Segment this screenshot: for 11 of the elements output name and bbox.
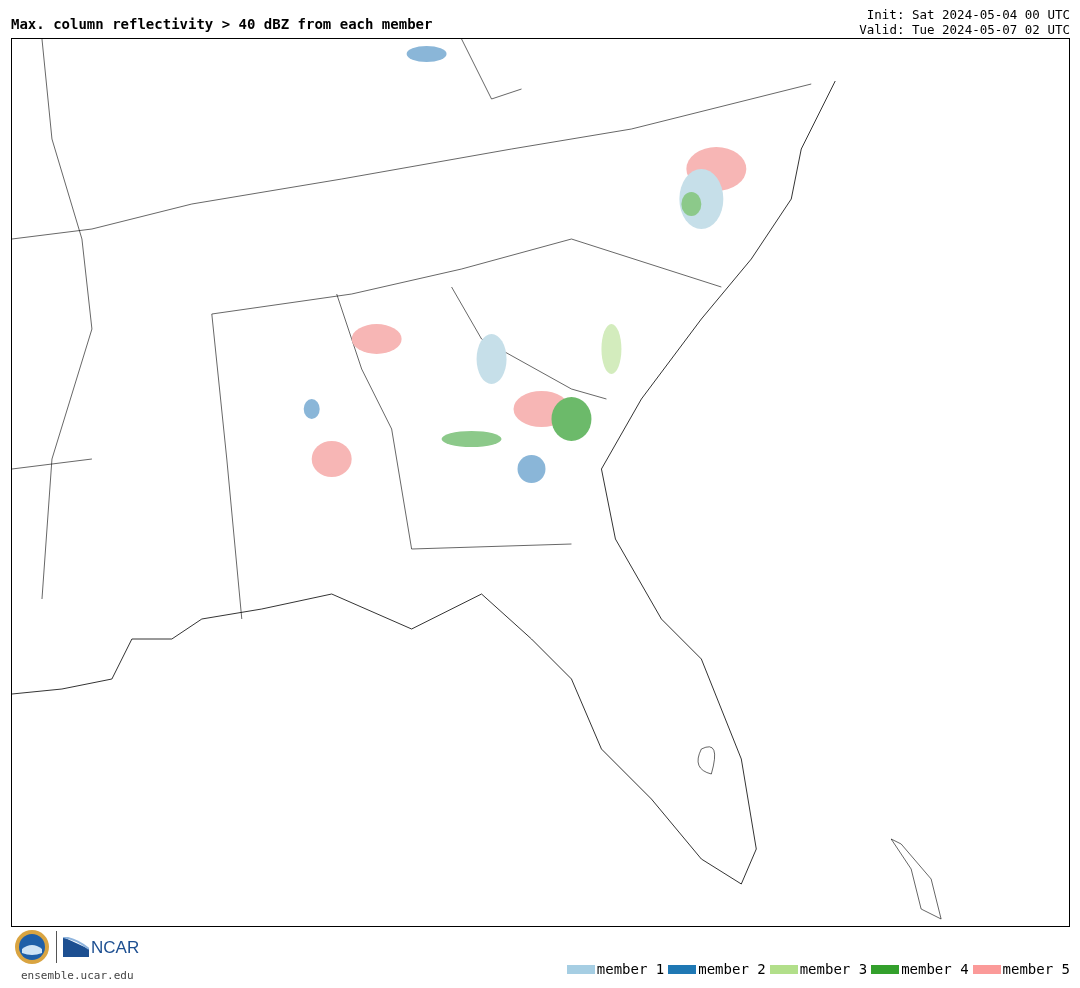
site-url: ensemble.ucar.edu (20, 969, 134, 984)
chart-title: Max. column reflectivity > 40 dBZ from each member (11, 16, 433, 34)
legend-label: member 2 (698, 961, 766, 977)
ncar-logo: NCAR (63, 937, 140, 957)
legend-label: member 1 (596, 961, 665, 977)
seal-icon (14, 929, 50, 965)
legend-label: member 3 (799, 961, 868, 977)
legend-label: member 4 (901, 961, 969, 977)
init-time: Init: Sat 2024-05-04 00 UTC (865, 7, 1070, 22)
legend-label: member 5 (1002, 961, 1070, 977)
valid-time: Valid: Tue 2024-05-07 02 UTC (859, 22, 1070, 37)
